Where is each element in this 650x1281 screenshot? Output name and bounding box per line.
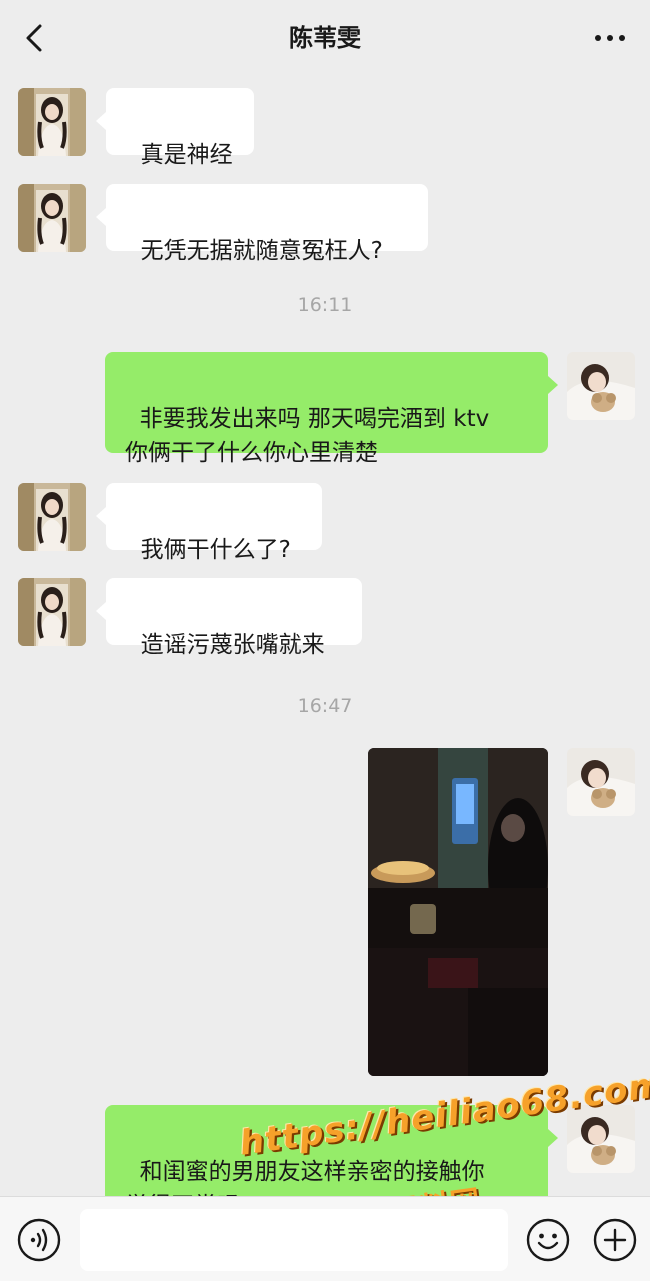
chat-title: 陈苇雯 — [289, 24, 361, 52]
voice-icon[interactable] — [16, 1217, 62, 1263]
plus-circle-icon[interactable] — [592, 1217, 638, 1263]
emoji-icon[interactable] — [525, 1217, 571, 1263]
more-dots-icon[interactable] — [592, 24, 628, 52]
message-timestamp: 16:11 — [297, 294, 353, 316]
message-bubble-outgoing[interactable]: 和闺蜜的男朋友这样亲密的接触你 觉得正常吗 — [105, 1105, 558, 1219]
message-image-outgoing[interactable] — [368, 748, 548, 1076]
chat-header: 陈苇雯 — [0, 0, 650, 75]
chevron-left-icon[interactable] — [18, 20, 52, 56]
message-text: 非要我发出来吗 那天喝完酒到 ktv 你俩干了什么你心里清楚 — [125, 406, 490, 466]
message-input[interactable] — [80, 1209, 508, 1271]
message-text: 无凭无据就随意冤枉人? — [140, 238, 383, 264]
message-bubble-incoming[interactable]: 无凭无据就随意冤枉人? — [96, 184, 428, 264]
my-avatar[interactable] — [567, 748, 635, 816]
message-bubble-incoming[interactable]: 造谣污蔑张嘴就来 — [96, 578, 362, 658]
message-bubble-incoming[interactable]: 真是神经 — [96, 88, 254, 168]
message-text: 造谣污蔑张嘴就来 — [140, 632, 325, 658]
contact-avatar[interactable] — [18, 184, 86, 252]
my-avatar[interactable] — [567, 1105, 635, 1173]
photo-icon — [368, 748, 548, 1076]
contact-avatar[interactable] — [18, 578, 86, 646]
message-timestamp: 16:47 — [297, 695, 353, 717]
message-text: 我俩干什么了? — [140, 537, 291, 563]
contact-avatar[interactable] — [18, 483, 86, 551]
message-bubble-outgoing[interactable]: 非要我发出来吗 那天喝完酒到 ktv 你俩干了什么你心里清楚 — [105, 352, 558, 466]
message-bubble-incoming[interactable]: 我俩干什么了? — [96, 483, 322, 563]
contact-avatar[interactable] — [18, 88, 86, 156]
chat-input-bar — [0, 1196, 650, 1281]
my-avatar[interactable] — [567, 352, 635, 420]
message-text: 真是神经 — [140, 142, 233, 168]
